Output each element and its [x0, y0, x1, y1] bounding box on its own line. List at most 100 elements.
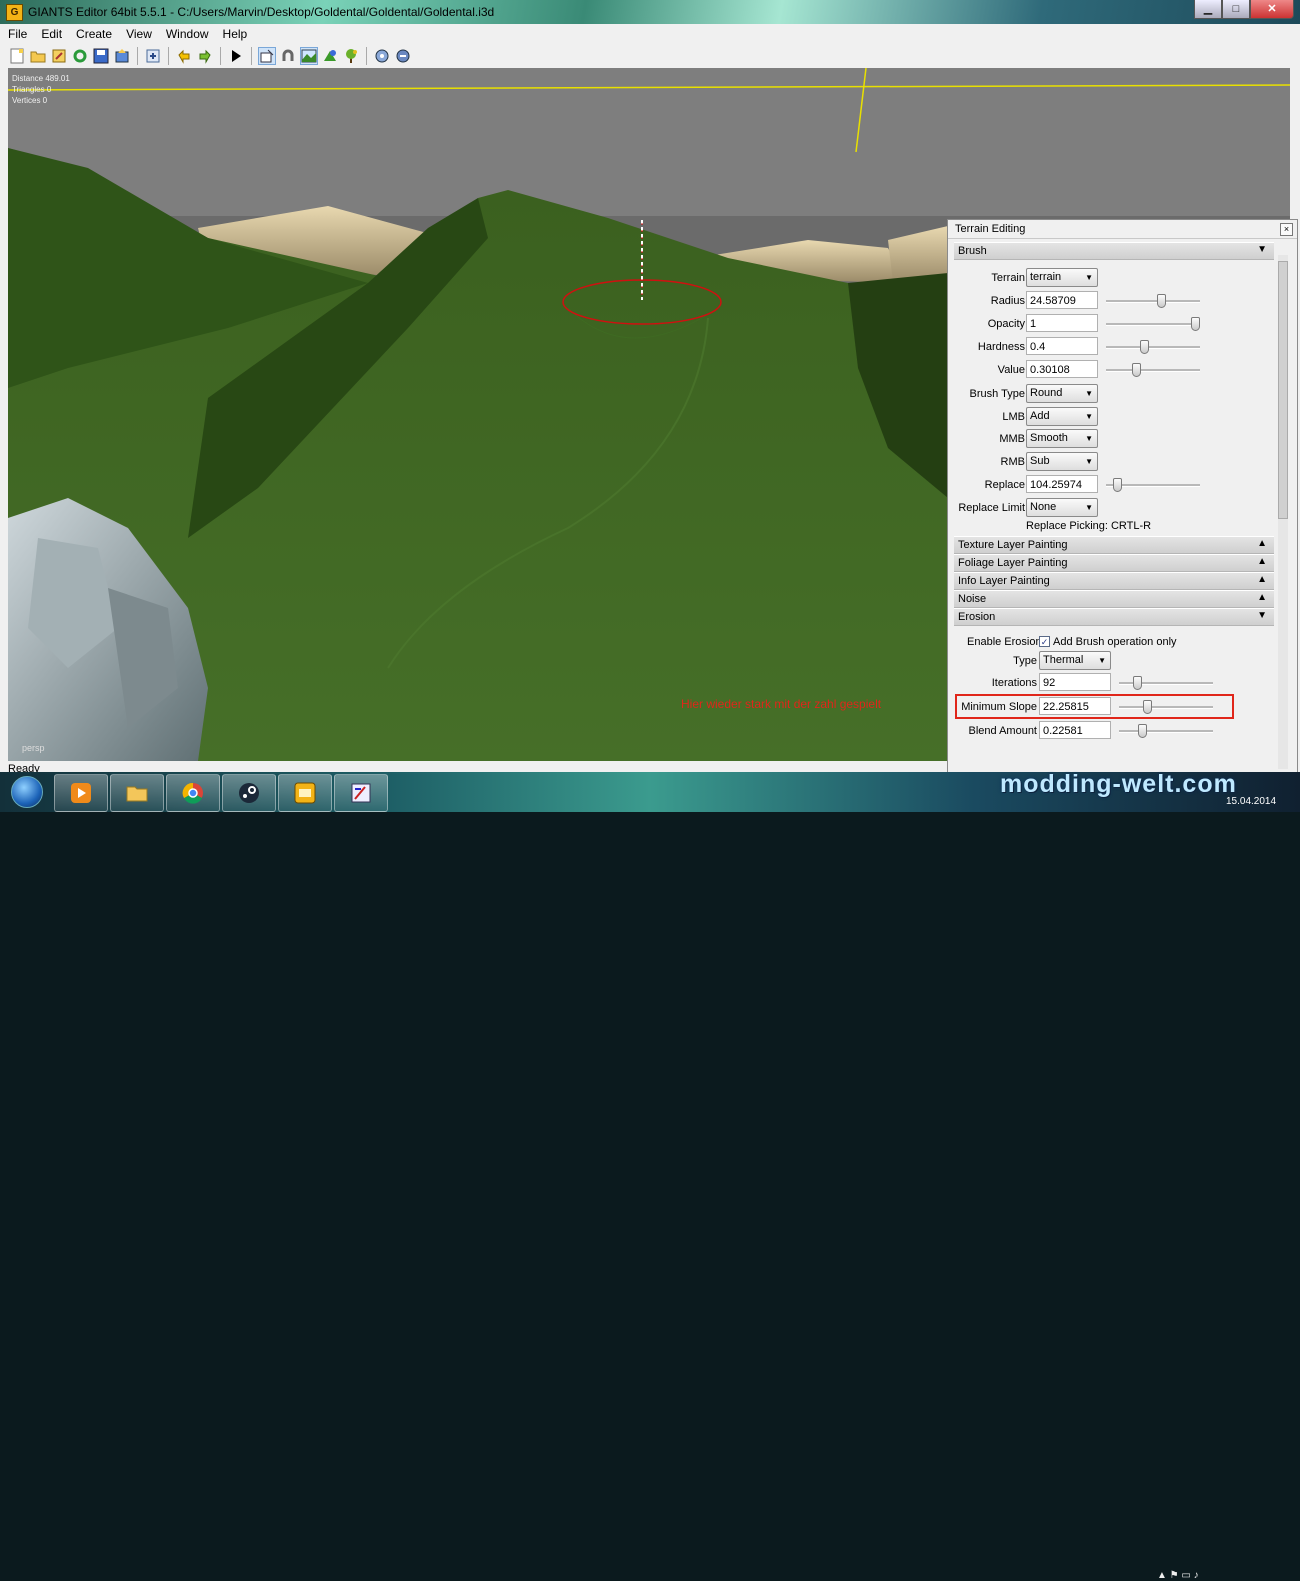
add-brush-only-label[interactable]: Add Brush operation only	[1053, 636, 1177, 648]
section-foliage-layer[interactable]: Foliage Layer Painting ▲	[954, 554, 1274, 572]
refresh-icon[interactable]	[71, 47, 89, 65]
brush-type-select[interactable]: Round ▼	[1026, 384, 1098, 403]
giants-editor-icon[interactable]	[278, 774, 332, 812]
hardness-slider[interactable]	[1106, 340, 1200, 354]
watermark-text: modding-welt.com	[1000, 770, 1237, 798]
menu-file[interactable]: File	[8, 27, 27, 45]
row-iterations: Iterations 92	[948, 673, 1278, 693]
iterations-slider-handle[interactable]	[1133, 676, 1142, 690]
row-radius: Radius 24.58709	[948, 291, 1278, 311]
title-bar[interactable]: G GIANTS Editor 64bit 5.5.1 - C:/Users/M…	[0, 0, 1300, 24]
mmb-select[interactable]: Smooth ▼	[1026, 429, 1098, 448]
iterations-input[interactable]: 92	[1039, 673, 1111, 691]
open-folder-icon[interactable]	[29, 47, 47, 65]
toolbar-separator	[137, 47, 138, 65]
stat-vertices: Vertices 0	[12, 96, 48, 105]
chrome-icon[interactable]	[166, 774, 220, 812]
settings-icon[interactable]	[373, 47, 391, 65]
replace-label: Replace	[984, 479, 1025, 491]
row-blend-amount: Blend Amount 0.22581	[948, 721, 1278, 741]
redo-icon[interactable]	[196, 47, 214, 65]
replace-slider-handle[interactable]	[1113, 478, 1122, 492]
blend-amount-slider[interactable]	[1119, 724, 1213, 738]
row-hardness: Hardness 0.4	[948, 337, 1278, 357]
menu-help[interactable]: Help	[223, 27, 248, 45]
iterations-slider[interactable]	[1119, 676, 1213, 690]
erosion-type-select[interactable]: Thermal ▼	[1039, 651, 1111, 670]
section-noise[interactable]: Noise ▲	[954, 590, 1274, 608]
save-icon[interactable]	[92, 47, 110, 65]
play-icon[interactable]	[227, 47, 245, 65]
section-label: Foliage Layer Painting	[958, 557, 1068, 569]
paint-app-icon[interactable]	[334, 774, 388, 812]
menu-create[interactable]: Create	[76, 27, 112, 45]
magnet-icon[interactable]	[279, 47, 297, 65]
section-info-layer[interactable]: Info Layer Painting ▲	[954, 572, 1274, 590]
clock-date: 15.04.2014	[1226, 796, 1277, 807]
hardness-slider-handle[interactable]	[1140, 340, 1149, 354]
replace-limit-select[interactable]: None ▼	[1026, 498, 1098, 517]
undo-icon[interactable]	[175, 47, 193, 65]
value-slider-handle[interactable]	[1132, 363, 1141, 377]
edit-icon[interactable]	[50, 47, 68, 65]
row-enable-erosion: Enable Erosion ✓ Add Brush operation onl…	[948, 632, 1278, 652]
terrain-select[interactable]: terrain ▼	[1026, 268, 1098, 287]
menu-window[interactable]: Window	[166, 27, 209, 45]
blend-amount-input[interactable]: 0.22581	[1039, 721, 1111, 739]
opacity-slider-handle[interactable]	[1191, 317, 1200, 331]
giants-app-icon: G	[6, 4, 23, 21]
section-label: Info Layer Painting	[958, 575, 1050, 587]
minimize-button[interactable]: ▁	[1194, 0, 1222, 19]
section-brush[interactable]: Brush ▼	[954, 242, 1274, 260]
explorer-icon[interactable]	[110, 774, 164, 812]
stat-distance: Distance 489.01	[12, 74, 70, 83]
section-erosion[interactable]: Erosion ▼	[954, 608, 1274, 626]
maximize-button[interactable]: □	[1222, 0, 1250, 19]
import-icon[interactable]	[144, 47, 162, 65]
opacity-slider[interactable]	[1106, 317, 1200, 331]
value-slider[interactable]	[1106, 363, 1200, 377]
select-icon[interactable]	[258, 47, 276, 65]
enable-erosion-label: Enable Erosion	[967, 636, 1042, 648]
blend-amount-slider-handle[interactable]	[1138, 724, 1147, 738]
stat-triangles: Triangles 0	[12, 85, 52, 94]
lmb-select[interactable]: Add ▼	[1026, 407, 1098, 426]
start-button[interactable]	[2, 772, 52, 812]
collapse-arrow-icon: ▼	[1257, 244, 1267, 255]
radius-slider[interactable]	[1106, 294, 1200, 308]
window-title: GIANTS Editor 64bit 5.5.1 - C:/Users/Mar…	[28, 5, 495, 19]
panel-title-bar[interactable]: Terrain Editing ×	[948, 220, 1297, 239]
hardness-input[interactable]: 0.4	[1026, 337, 1098, 355]
new-file-icon[interactable]	[8, 47, 26, 65]
blend-amount-label: Blend Amount	[968, 725, 1038, 737]
panel-close-icon[interactable]: ×	[1280, 223, 1293, 236]
tray-icons[interactable]: ▲ ⚑ ▭ ♪	[1157, 1570, 1199, 1581]
expand-arrow-icon: ▲	[1257, 556, 1267, 567]
menu-view[interactable]: View	[126, 27, 152, 45]
rmb-select[interactable]: Sub ▼	[1026, 452, 1098, 471]
replace-slider[interactable]	[1106, 478, 1200, 492]
row-brush-type: Brush Type Round ▼	[948, 384, 1278, 404]
export-icon[interactable]	[113, 47, 131, 65]
paint-icon[interactable]	[321, 47, 339, 65]
steam-icon[interactable]	[222, 774, 276, 812]
settings-alt-icon[interactable]	[394, 47, 412, 65]
expand-arrow-icon: ▲	[1257, 574, 1267, 585]
section-texture-layer[interactable]: Texture Layer Painting ▲	[954, 536, 1274, 554]
row-terrain: Terrain terrain ▼	[948, 268, 1278, 288]
foliage-icon[interactable]	[342, 47, 360, 65]
row-replace: Replace 104.25974	[948, 475, 1278, 495]
close-button[interactable]: ✕	[1250, 0, 1294, 19]
opacity-input[interactable]: 1	[1026, 314, 1098, 332]
row-lmb: LMB Add ▼	[948, 407, 1278, 427]
radius-input[interactable]: 24.58709	[1026, 291, 1098, 309]
radius-slider-handle[interactable]	[1157, 294, 1166, 308]
enable-erosion-checkbox[interactable]: ✓	[1039, 636, 1050, 647]
menu-edit[interactable]: Edit	[41, 27, 62, 45]
panel-scrollbar-thumb[interactable]	[1278, 261, 1288, 519]
media-player-icon[interactable]	[54, 774, 108, 812]
terrain-icon[interactable]	[300, 47, 318, 65]
replace-input[interactable]: 104.25974	[1026, 475, 1098, 493]
value-input[interactable]: 0.30108	[1026, 360, 1098, 378]
panel-scrollbar[interactable]	[1278, 255, 1288, 769]
